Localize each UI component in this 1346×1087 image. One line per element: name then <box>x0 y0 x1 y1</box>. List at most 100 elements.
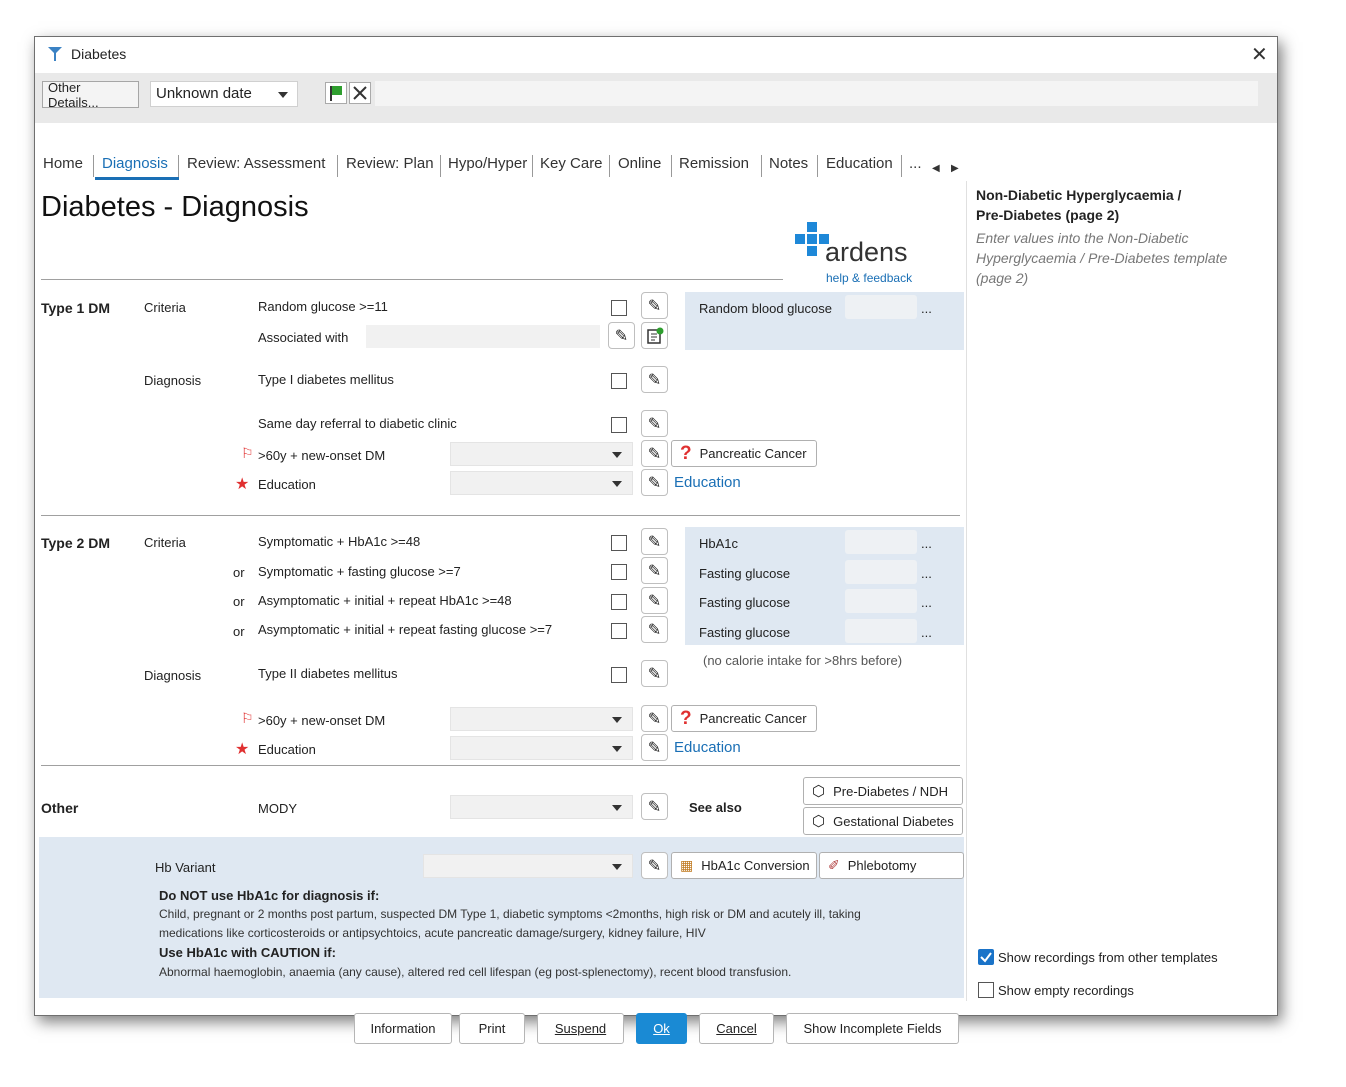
hba1c-conversion-button[interactable]: ▦ HbA1c Conversion <box>671 852 817 879</box>
type1-dm-checkbox[interactable] <box>611 373 627 389</box>
type2-over60-dropdown[interactable] <box>450 707 633 731</box>
referral-edit-button[interactable]: ✎ <box>641 410 668 437</box>
other-details-button[interactable]: Other Details... <box>42 79 139 110</box>
show-empty-label: Show empty recordings <box>998 983 1134 998</box>
criteria-1-edit-button[interactable]: ✎ <box>641 528 668 555</box>
gestational-diabetes-button[interactable]: ⬡ Gestational Diabetes <box>803 807 963 835</box>
fasting-glucose-label: Fasting glucose <box>699 595 791 610</box>
type1-dm-label: Type I diabetes mellitus <box>258 372 394 387</box>
random-glucose-edit-button[interactable]: ✎ <box>641 292 668 319</box>
fasting-glucose-more[interactable]: ... <box>921 625 932 640</box>
information-label: Information <box>370 1021 436 1036</box>
tab-scroll-right-icon[interactable]: ▶ <box>951 163 959 174</box>
fasting-glucose-more[interactable]: ... <box>921 595 932 610</box>
criteria-3-edit-button[interactable]: ✎ <box>641 587 668 614</box>
hba1c-more[interactable]: ... <box>921 536 932 551</box>
criteria-2-edit-button[interactable]: ✎ <box>641 557 668 584</box>
fasting-glucose-more[interactable]: ... <box>921 566 932 581</box>
cancel-button[interactable]: Cancel <box>699 1013 774 1044</box>
random-blood-glucose-input[interactable] <box>845 295 917 319</box>
associated-with-field[interactable] <box>366 325 600 348</box>
see-also-label: See also <box>689 800 742 815</box>
criteria-4-checkbox[interactable] <box>611 623 627 639</box>
pencil-icon: ✎ <box>647 621 662 639</box>
pencil-icon: ✎ <box>647 739 662 757</box>
type1-over60-edit-button[interactable]: ✎ <box>641 440 668 467</box>
prediabetes-button[interactable]: ⬡ Pre-Diabetes / NDH <box>803 777 963 805</box>
type1-over60-dropdown[interactable] <box>450 442 633 466</box>
tab-remission[interactable]: Remission <box>679 155 749 179</box>
mody-edit-button[interactable]: ✎ <box>641 793 668 820</box>
hba1c-input[interactable] <box>845 530 917 554</box>
criteria-1-checkbox[interactable] <box>611 535 627 551</box>
close-icon[interactable]: ✕ <box>1251 42 1268 67</box>
type2-pancreatic-cancer-button[interactable]: ? Pancreatic Cancer <box>671 705 817 732</box>
random-glucose-checkbox[interactable] <box>611 300 627 316</box>
active-tab-indicator <box>95 177 179 180</box>
tab-education[interactable]: Education <box>826 155 893 179</box>
print-label: Print <box>478 1021 506 1036</box>
type2-education-link[interactable]: Education <box>674 739 741 756</box>
type1-criteria-label: Criteria <box>144 300 186 315</box>
hba1c-label: HbA1c <box>699 536 739 551</box>
type2-diagnosis-label: Diagnosis <box>144 668 202 683</box>
fasting-glucose-input[interactable] <box>845 589 917 613</box>
fasting-glucose-input[interactable] <box>845 619 917 643</box>
tab-online[interactable]: Online <box>618 155 661 179</box>
show-other-checkbox[interactable] <box>978 949 994 965</box>
criteria-2-checkbox[interactable] <box>611 564 627 580</box>
print-button[interactable]: Print <box>459 1013 525 1044</box>
clear-button[interactable] <box>349 82 371 104</box>
show-incomplete-label: Show Incomplete Fields <box>803 1021 942 1036</box>
type2-dm-checkbox[interactable] <box>611 667 627 683</box>
tab-home[interactable]: Home <box>43 155 83 179</box>
type2-over60-edit-button[interactable]: ✎ <box>641 705 668 732</box>
fasting-glucose-label: Fasting glucose <box>699 625 791 640</box>
information-button[interactable]: Information <box>354 1013 452 1044</box>
referral-checkbox[interactable] <box>611 417 627 433</box>
flag-button[interactable] <box>325 82 347 104</box>
tab-diagnosis[interactable]: Diagnosis <box>102 155 168 179</box>
tab-scroll-left-icon[interactable]: ◀ <box>932 163 940 174</box>
phlebotomy-button[interactable]: ✐ Phlebotomy <box>819 852 964 879</box>
comment-field[interactable] <box>375 81 1258 106</box>
other-details-label: Other Details... <box>48 79 99 110</box>
tab-review-assessment[interactable]: Review: Assessment <box>187 155 325 179</box>
tab-key-care[interactable]: Key Care <box>540 155 603 179</box>
title-bar: Diabetes ✕ <box>35 37 1277 73</box>
type1-dm-edit-button[interactable]: ✎ <box>641 366 668 393</box>
tab-notes[interactable]: Notes <box>769 155 808 179</box>
type1-pancreatic-cancer-button[interactable]: ? Pancreatic Cancer <box>671 440 817 467</box>
criteria-4-edit-button[interactable]: ✎ <box>641 616 668 643</box>
type2-dm-edit-button[interactable]: ✎ <box>641 660 668 687</box>
template-client: Home Diagnosis Review: Assessment Review… <box>37 125 1275 1044</box>
type2-section-label: Type 2 DM <box>41 535 110 551</box>
calculator-icon: ▦ <box>680 857 694 873</box>
associated-with-edit-button[interactable]: ✎ <box>608 322 635 349</box>
criteria-3-checkbox[interactable] <box>611 594 627 610</box>
tab-hypo-hyper[interactable]: Hypo/Hyper <box>448 155 527 179</box>
hb-variant-edit-button[interactable]: ✎ <box>641 852 668 879</box>
suspend-button[interactable]: Suspend <box>537 1013 624 1044</box>
associated-with-add-button[interactable] <box>641 322 668 349</box>
type1-education-dropdown[interactable] <box>450 471 633 495</box>
help-feedback-link[interactable]: help & feedback <box>826 271 912 285</box>
show-empty-checkbox[interactable] <box>978 982 994 998</box>
diabetes-window: Diabetes ✕ Other Details... Unknown date… <box>34 36 1278 1044</box>
type1-education-edit-button[interactable]: ✎ <box>641 469 668 496</box>
date-select[interactable]: Unknown date <box>150 81 298 107</box>
hb-variant-dropdown[interactable] <box>423 854 633 878</box>
type1-education-link[interactable]: Education <box>674 474 741 491</box>
caution-text: Abnormal haemoglobin, anaemia (any cause… <box>159 965 792 979</box>
show-other-label: Show recordings from other templates <box>998 950 1218 965</box>
mody-dropdown[interactable] <box>450 795 633 819</box>
type2-education-edit-button[interactable]: ✎ <box>641 734 668 761</box>
tab-review-plan[interactable]: Review: Plan <box>346 155 434 179</box>
ok-button[interactable]: Ok <box>636 1013 687 1044</box>
show-incomplete-button[interactable]: Show Incomplete Fields <box>786 1013 959 1044</box>
random-blood-glucose-more[interactable]: ... <box>921 301 932 316</box>
type2-education-dropdown[interactable] <box>450 736 633 760</box>
fasting-glucose-input[interactable] <box>845 560 917 584</box>
add-note-icon <box>646 327 663 344</box>
tab-more[interactable]: ... <box>909 155 922 179</box>
